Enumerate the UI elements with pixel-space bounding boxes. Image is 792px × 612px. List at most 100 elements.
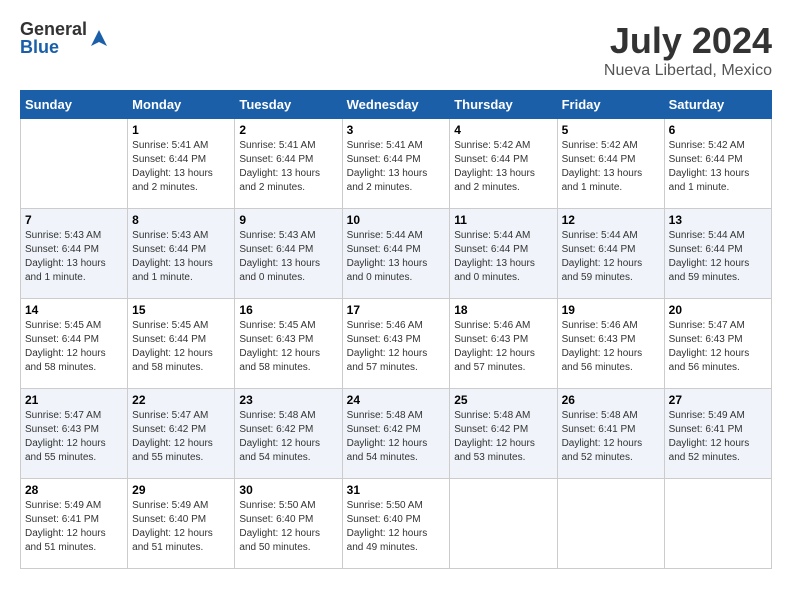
calendar-cell: 24 Sunrise: 5:48 AMSunset: 6:42 PMDaylig…	[342, 389, 450, 479]
logo-general: General	[20, 20, 87, 38]
day-number: 17	[347, 303, 446, 317]
day-info: Sunrise: 5:48 AMSunset: 6:42 PMDaylight:…	[347, 410, 428, 463]
calendar-cell: 1 Sunrise: 5:41 AMSunset: 6:44 PMDayligh…	[128, 119, 235, 209]
day-info: Sunrise: 5:44 AMSunset: 6:44 PMDaylight:…	[669, 230, 750, 283]
col-thursday: Thursday	[450, 91, 557, 119]
day-number: 29	[132, 483, 230, 497]
header-row: Sunday Monday Tuesday Wednesday Thursday…	[21, 91, 772, 119]
page-header: General Blue July 2024 Nueva Libertad, M…	[20, 20, 772, 80]
calendar-cell: 14 Sunrise: 5:45 AMSunset: 6:44 PMDaylig…	[21, 299, 128, 389]
calendar-cell	[664, 479, 771, 569]
day-number: 10	[347, 213, 446, 227]
day-number: 19	[562, 303, 660, 317]
day-number: 9	[239, 213, 337, 227]
col-monday: Monday	[128, 91, 235, 119]
main-title: July 2024	[604, 20, 772, 62]
day-info: Sunrise: 5:48 AMSunset: 6:41 PMDaylight:…	[562, 410, 643, 463]
calendar-cell: 16 Sunrise: 5:45 AMSunset: 6:43 PMDaylig…	[235, 299, 342, 389]
day-number: 15	[132, 303, 230, 317]
day-number: 5	[562, 123, 660, 137]
calendar-week-4: 21 Sunrise: 5:47 AMSunset: 6:43 PMDaylig…	[21, 389, 772, 479]
day-info: Sunrise: 5:44 AMSunset: 6:44 PMDaylight:…	[347, 230, 428, 283]
day-number: 27	[669, 393, 767, 407]
calendar-week-3: 14 Sunrise: 5:45 AMSunset: 6:44 PMDaylig…	[21, 299, 772, 389]
day-info: Sunrise: 5:41 AMSunset: 6:44 PMDaylight:…	[132, 140, 213, 193]
logo-icon	[89, 28, 109, 48]
day-info: Sunrise: 5:48 AMSunset: 6:42 PMDaylight:…	[454, 410, 535, 463]
calendar-cell: 26 Sunrise: 5:48 AMSunset: 6:41 PMDaylig…	[557, 389, 664, 479]
calendar-cell: 4 Sunrise: 5:42 AMSunset: 6:44 PMDayligh…	[450, 119, 557, 209]
day-number: 31	[347, 483, 446, 497]
day-number: 1	[132, 123, 230, 137]
day-number: 3	[347, 123, 446, 137]
day-number: 22	[132, 393, 230, 407]
day-info: Sunrise: 5:45 AMSunset: 6:44 PMDaylight:…	[25, 320, 106, 373]
day-info: Sunrise: 5:47 AMSunset: 6:42 PMDaylight:…	[132, 410, 213, 463]
day-info: Sunrise: 5:49 AMSunset: 6:40 PMDaylight:…	[132, 500, 213, 553]
day-number: 12	[562, 213, 660, 227]
day-number: 25	[454, 393, 552, 407]
calendar-cell: 29 Sunrise: 5:49 AMSunset: 6:40 PMDaylig…	[128, 479, 235, 569]
calendar-cell: 23 Sunrise: 5:48 AMSunset: 6:42 PMDaylig…	[235, 389, 342, 479]
day-info: Sunrise: 5:41 AMSunset: 6:44 PMDaylight:…	[239, 140, 320, 193]
calendar-cell: 6 Sunrise: 5:42 AMSunset: 6:44 PMDayligh…	[664, 119, 771, 209]
day-info: Sunrise: 5:46 AMSunset: 6:43 PMDaylight:…	[562, 320, 643, 373]
calendar-cell: 25 Sunrise: 5:48 AMSunset: 6:42 PMDaylig…	[450, 389, 557, 479]
calendar-cell: 27 Sunrise: 5:49 AMSunset: 6:41 PMDaylig…	[664, 389, 771, 479]
calendar-cell: 30 Sunrise: 5:50 AMSunset: 6:40 PMDaylig…	[235, 479, 342, 569]
day-info: Sunrise: 5:43 AMSunset: 6:44 PMDaylight:…	[239, 230, 320, 283]
calendar-cell: 21 Sunrise: 5:47 AMSunset: 6:43 PMDaylig…	[21, 389, 128, 479]
day-info: Sunrise: 5:49 AMSunset: 6:41 PMDaylight:…	[25, 500, 106, 553]
day-number: 4	[454, 123, 552, 137]
calendar-cell: 19 Sunrise: 5:46 AMSunset: 6:43 PMDaylig…	[557, 299, 664, 389]
day-info: Sunrise: 5:49 AMSunset: 6:41 PMDaylight:…	[669, 410, 750, 463]
day-number: 14	[25, 303, 123, 317]
day-number: 24	[347, 393, 446, 407]
calendar-table: Sunday Monday Tuesday Wednesday Thursday…	[20, 90, 772, 569]
calendar-week-2: 7 Sunrise: 5:43 AMSunset: 6:44 PMDayligh…	[21, 209, 772, 299]
day-info: Sunrise: 5:50 AMSunset: 6:40 PMDaylight:…	[239, 500, 320, 553]
day-number: 2	[239, 123, 337, 137]
calendar-cell: 31 Sunrise: 5:50 AMSunset: 6:40 PMDaylig…	[342, 479, 450, 569]
day-info: Sunrise: 5:47 AMSunset: 6:43 PMDaylight:…	[669, 320, 750, 373]
day-number: 8	[132, 213, 230, 227]
day-number: 23	[239, 393, 337, 407]
day-info: Sunrise: 5:45 AMSunset: 6:43 PMDaylight:…	[239, 320, 320, 373]
day-info: Sunrise: 5:42 AMSunset: 6:44 PMDaylight:…	[562, 140, 643, 193]
calendar-cell: 12 Sunrise: 5:44 AMSunset: 6:44 PMDaylig…	[557, 209, 664, 299]
calendar-cell: 10 Sunrise: 5:44 AMSunset: 6:44 PMDaylig…	[342, 209, 450, 299]
day-info: Sunrise: 5:42 AMSunset: 6:44 PMDaylight:…	[669, 140, 750, 193]
day-number: 28	[25, 483, 123, 497]
calendar-cell: 9 Sunrise: 5:43 AMSunset: 6:44 PMDayligh…	[235, 209, 342, 299]
day-info: Sunrise: 5:43 AMSunset: 6:44 PMDaylight:…	[25, 230, 106, 283]
calendar-cell: 15 Sunrise: 5:45 AMSunset: 6:44 PMDaylig…	[128, 299, 235, 389]
calendar-cell: 18 Sunrise: 5:46 AMSunset: 6:43 PMDaylig…	[450, 299, 557, 389]
calendar-week-5: 28 Sunrise: 5:49 AMSunset: 6:41 PMDaylig…	[21, 479, 772, 569]
day-info: Sunrise: 5:44 AMSunset: 6:44 PMDaylight:…	[562, 230, 643, 283]
calendar-cell: 22 Sunrise: 5:47 AMSunset: 6:42 PMDaylig…	[128, 389, 235, 479]
calendar-cell: 11 Sunrise: 5:44 AMSunset: 6:44 PMDaylig…	[450, 209, 557, 299]
col-sunday: Sunday	[21, 91, 128, 119]
day-info: Sunrise: 5:44 AMSunset: 6:44 PMDaylight:…	[454, 230, 535, 283]
calendar-cell	[450, 479, 557, 569]
col-tuesday: Tuesday	[235, 91, 342, 119]
calendar-cell: 7 Sunrise: 5:43 AMSunset: 6:44 PMDayligh…	[21, 209, 128, 299]
day-number: 21	[25, 393, 123, 407]
day-number: 6	[669, 123, 767, 137]
subtitle: Nueva Libertad, Mexico	[604, 62, 772, 80]
day-info: Sunrise: 5:43 AMSunset: 6:44 PMDaylight:…	[132, 230, 213, 283]
calendar-cell: 3 Sunrise: 5:41 AMSunset: 6:44 PMDayligh…	[342, 119, 450, 209]
day-info: Sunrise: 5:42 AMSunset: 6:44 PMDaylight:…	[454, 140, 535, 193]
day-number: 18	[454, 303, 552, 317]
calendar-cell: 5 Sunrise: 5:42 AMSunset: 6:44 PMDayligh…	[557, 119, 664, 209]
day-info: Sunrise: 5:50 AMSunset: 6:40 PMDaylight:…	[347, 500, 428, 553]
calendar-week-1: 1 Sunrise: 5:41 AMSunset: 6:44 PMDayligh…	[21, 119, 772, 209]
col-wednesday: Wednesday	[342, 91, 450, 119]
calendar-cell: 20 Sunrise: 5:47 AMSunset: 6:43 PMDaylig…	[664, 299, 771, 389]
day-info: Sunrise: 5:41 AMSunset: 6:44 PMDaylight:…	[347, 140, 428, 193]
day-number: 30	[239, 483, 337, 497]
day-number: 26	[562, 393, 660, 407]
col-friday: Friday	[557, 91, 664, 119]
logo-blue: Blue	[20, 38, 87, 56]
title-section: July 2024 Nueva Libertad, Mexico	[604, 20, 772, 80]
